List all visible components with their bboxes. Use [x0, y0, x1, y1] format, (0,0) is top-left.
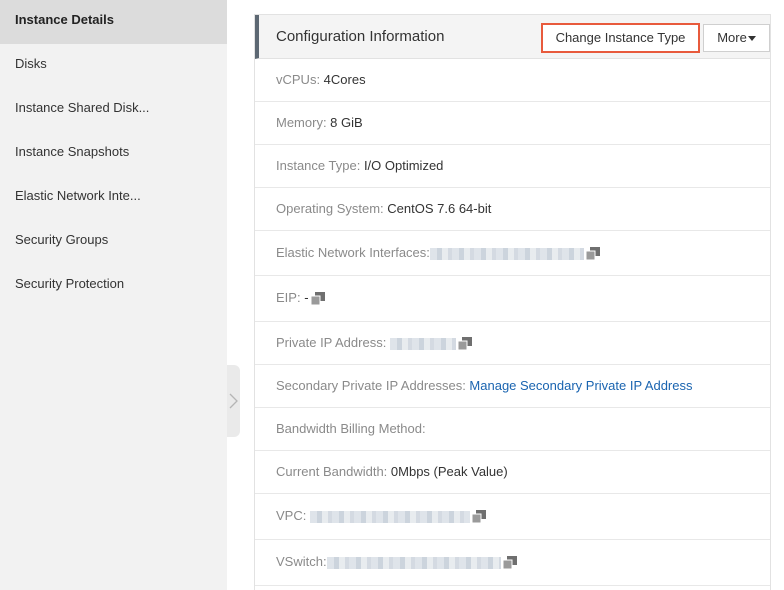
copy-icon[interactable] — [585, 247, 600, 261]
instance-type-row: Instance Type: I/O Optimized — [255, 145, 770, 188]
vpc-value-redacted — [309, 510, 470, 523]
copy-icon[interactable] — [471, 510, 486, 524]
more-button[interactable]: More — [703, 24, 770, 52]
sidebar-item-instance-shared-disks[interactable]: Instance Shared Disk... — [0, 88, 227, 132]
vswitch-row: VSwitch: — [255, 540, 770, 586]
eni-label: Elastic Network Interfaces: — [276, 245, 430, 260]
sidebar-item-security-groups[interactable]: Security Groups — [0, 220, 227, 264]
secondary-ip-row: Secondary Private IP Addresses: Manage S… — [255, 365, 770, 408]
os-value: CentOS 7.6 64-bit — [387, 201, 492, 216]
sidebar-item-disks[interactable]: Disks — [0, 44, 227, 88]
copy-icon[interactable] — [502, 556, 517, 570]
memory-label: Memory: — [276, 115, 331, 130]
secondary-ip-label: Secondary Private IP Addresses: — [276, 378, 470, 393]
private-ip-row: Private IP Address: — [255, 322, 770, 365]
more-button-label: More — [717, 30, 747, 45]
sidebar-collapse-handle[interactable] — [227, 365, 240, 437]
change-instance-type-button[interactable]: Change Instance Type — [541, 23, 700, 53]
memory-value: 8 GiB — [330, 115, 363, 130]
eni-value-redacted — [429, 247, 584, 260]
panel-header: Configuration Information Change Instanc… — [255, 15, 770, 59]
chevron-right-icon — [229, 393, 238, 409]
current-bandwidth-label: Current Bandwidth: — [276, 464, 391, 479]
vswitch-value-redacted — [326, 556, 501, 569]
instance-type-label: Instance Type: — [276, 158, 364, 173]
eip-row: EIP: - — [255, 276, 770, 322]
private-ip-value-redacted — [389, 337, 456, 350]
vcpus-value: 4Cores — [323, 72, 366, 87]
copy-icon[interactable] — [310, 292, 325, 306]
instance-type-value: I/O Optimized — [363, 158, 444, 173]
current-bandwidth-value: 0Mbps (Peak Value) — [390, 464, 508, 479]
os-label: Operating System: — [276, 201, 388, 216]
panel-title: Configuration Information — [276, 28, 445, 45]
vcpus-row: vCPUs: 4Cores — [255, 59, 770, 102]
sidebar-item-instance-details[interactable]: Instance Details — [0, 0, 227, 44]
configuration-panel: Configuration Information Change Instanc… — [254, 14, 771, 590]
bandwidth-billing-row: Bandwidth Billing Method: — [255, 408, 770, 451]
manage-secondary-ip-link[interactable]: Manage Secondary Private IP Address — [469, 378, 692, 393]
vpc-label: VPC: — [276, 508, 310, 523]
sidebar-item-elastic-network-interfaces[interactable]: Elastic Network Inte... — [0, 176, 227, 220]
sidebar-item-security-protection[interactable]: Security Protection — [0, 264, 227, 308]
vswitch-label: VSwitch: — [276, 554, 327, 569]
bandwidth-billing-label: Bandwidth Billing Method: — [276, 421, 426, 436]
memory-row: Memory: 8 GiB — [255, 102, 770, 145]
vpc-row: VPC: — [255, 494, 770, 540]
private-ip-label: Private IP Address: — [276, 335, 390, 350]
vcpus-label: vCPUs: — [276, 72, 324, 87]
current-bandwidth-row: Current Bandwidth: 0Mbps (Peak Value) — [255, 451, 770, 494]
caret-down-icon — [747, 36, 756, 42]
sidebar: Instance Details Disks Instance Shared D… — [0, 0, 227, 590]
sidebar-item-instance-snapshots[interactable]: Instance Snapshots — [0, 132, 227, 176]
copy-icon[interactable] — [457, 337, 472, 351]
eip-value: - — [304, 290, 309, 305]
eni-row: Elastic Network Interfaces: — [255, 231, 770, 276]
eip-label: EIP: — [276, 290, 305, 305]
os-row: Operating System: CentOS 7.6 64-bit — [255, 188, 770, 231]
